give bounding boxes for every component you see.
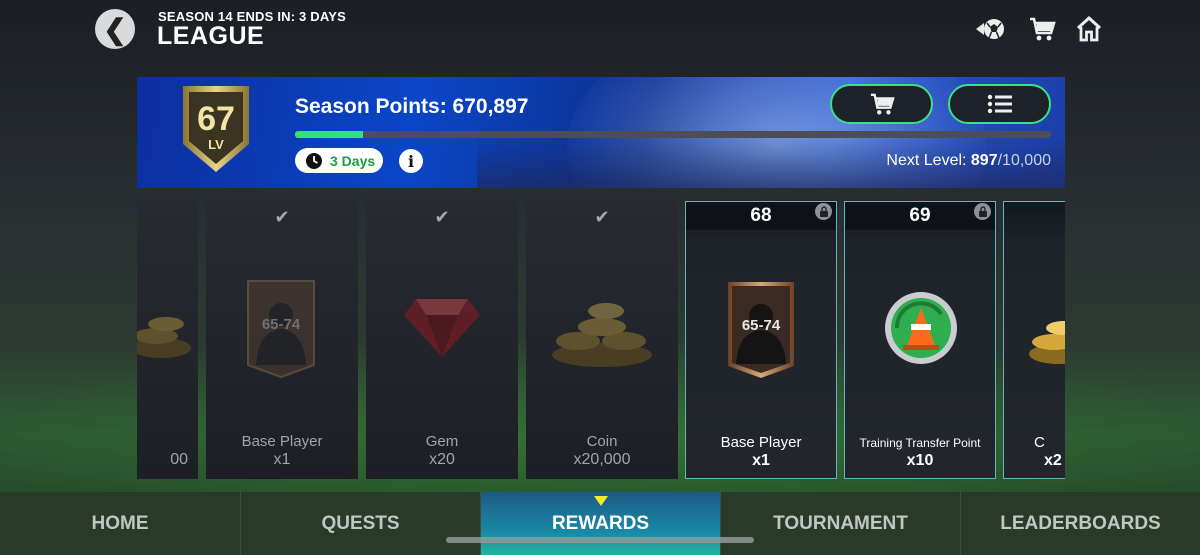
reward-quantity: x20: [429, 451, 455, 468]
season-banner: 67 LV Season Points: 670,897 3 Days i Ne…: [137, 77, 1065, 188]
gem-icon: [404, 299, 480, 357]
reward-name: C: [1034, 434, 1045, 451]
player-rating-range: 65-74: [261, 316, 301, 333]
check-icon: ✔: [137, 207, 198, 228]
check-icon: ✔: [274, 207, 290, 227]
clock-icon: [306, 152, 322, 169]
info-icon: i: [407, 151, 415, 171]
system-home-bar[interactable]: [446, 537, 754, 543]
next-level-max: /10,000: [997, 152, 1051, 169]
football-icon: [976, 19, 1004, 39]
reward-card[interactable]: ✔ 65-74 Base Player x1: [206, 201, 358, 479]
days-left-badge: 3 Days: [295, 148, 383, 173]
reward-card[interactable]: ✔ Gem x20: [366, 201, 518, 479]
days-left-text: 3 Days: [330, 152, 376, 169]
training-cone-icon: [885, 292, 957, 364]
reward-name: Coin: [586, 433, 618, 450]
reward-quantity: x1: [752, 452, 770, 469]
reward-name: Base Player: [720, 434, 802, 451]
reward-quantity: 00: [170, 451, 188, 468]
tab-label: TOURNAMENT: [773, 512, 908, 534]
active-tab-indicator-icon: [594, 496, 608, 506]
reward-card[interactable]: ✔ Coin x20,000: [526, 201, 678, 479]
season-points: Season Points: 670,897: [295, 95, 529, 118]
shop-button[interactable]: [1027, 14, 1057, 44]
tab-label: HOME: [91, 512, 149, 534]
football-button[interactable]: [975, 14, 1005, 44]
tab-quests[interactable]: QUESTS: [240, 492, 480, 555]
tab-leaderboards[interactable]: LEADERBOARDS: [960, 492, 1200, 555]
next-level-label: Next Level:: [886, 152, 971, 169]
next-level-text: Next Level: 897/10,000: [886, 152, 1051, 170]
page-title: LEAGUE: [157, 22, 265, 50]
coin-stack-icon: [1029, 321, 1065, 364]
home-button[interactable]: [1074, 14, 1104, 44]
reward-level: 68: [686, 202, 836, 230]
list-icon: [987, 94, 1012, 114]
lock-icon: [815, 203, 832, 220]
reward-card[interactable]: 68 65-74 Base Player x1: [685, 201, 837, 479]
reward-quantity: x1: [273, 451, 291, 468]
tab-label: QUESTS: [321, 512, 400, 534]
level-label: LV: [208, 137, 224, 152]
reward-level: 69: [845, 202, 995, 230]
back-button[interactable]: ❮: [95, 9, 135, 49]
check-icon: ✔: [434, 207, 450, 227]
next-level-current: 897: [970, 152, 998, 169]
reward-name: Base Player: [241, 433, 323, 450]
tab-label: REWARDS: [551, 512, 650, 534]
reward-card[interactable]: ✔ 00: [137, 201, 198, 479]
list-button[interactable]: [948, 84, 1051, 124]
reward-quantity: x2: [1044, 452, 1062, 469]
cart-icon: [870, 93, 895, 115]
coin-stack-icon: [137, 317, 191, 358]
info-button[interactable]: i: [399, 149, 423, 173]
check-icon: ✔: [594, 207, 610, 227]
level-number: 67: [197, 100, 235, 138]
tab-label: LEADERBOARDS: [1000, 512, 1161, 534]
tab-home[interactable]: HOME: [0, 492, 240, 555]
reward-card[interactable]: 69 Training Transfer Point x10: [844, 201, 996, 479]
home-icon: [1076, 15, 1102, 42]
tab-tournament[interactable]: TOURNAMENT: [720, 492, 960, 555]
cart-icon: [1030, 17, 1056, 41]
lock-icon: [974, 203, 991, 220]
reward-name: Gem: [425, 433, 459, 450]
season-progress-bar: [295, 131, 1051, 138]
rewards-track[interactable]: ✔ 00 ✔ 65-74 Base Player x1 ✔: [137, 201, 1065, 479]
reward-quantity: x10: [906, 452, 934, 469]
reward-name: Training Transfer Point: [859, 436, 981, 450]
progress-fill: [295, 131, 364, 138]
reward-card[interactable]: C x2: [1003, 201, 1065, 479]
chevron-left-icon: ❮: [103, 13, 127, 45]
player-rating-range: 65-74: [741, 317, 781, 334]
banner-shop-button[interactable]: [830, 84, 933, 124]
reward-quantity: x20,000: [573, 451, 631, 468]
coin-stack-icon: [552, 303, 652, 367]
